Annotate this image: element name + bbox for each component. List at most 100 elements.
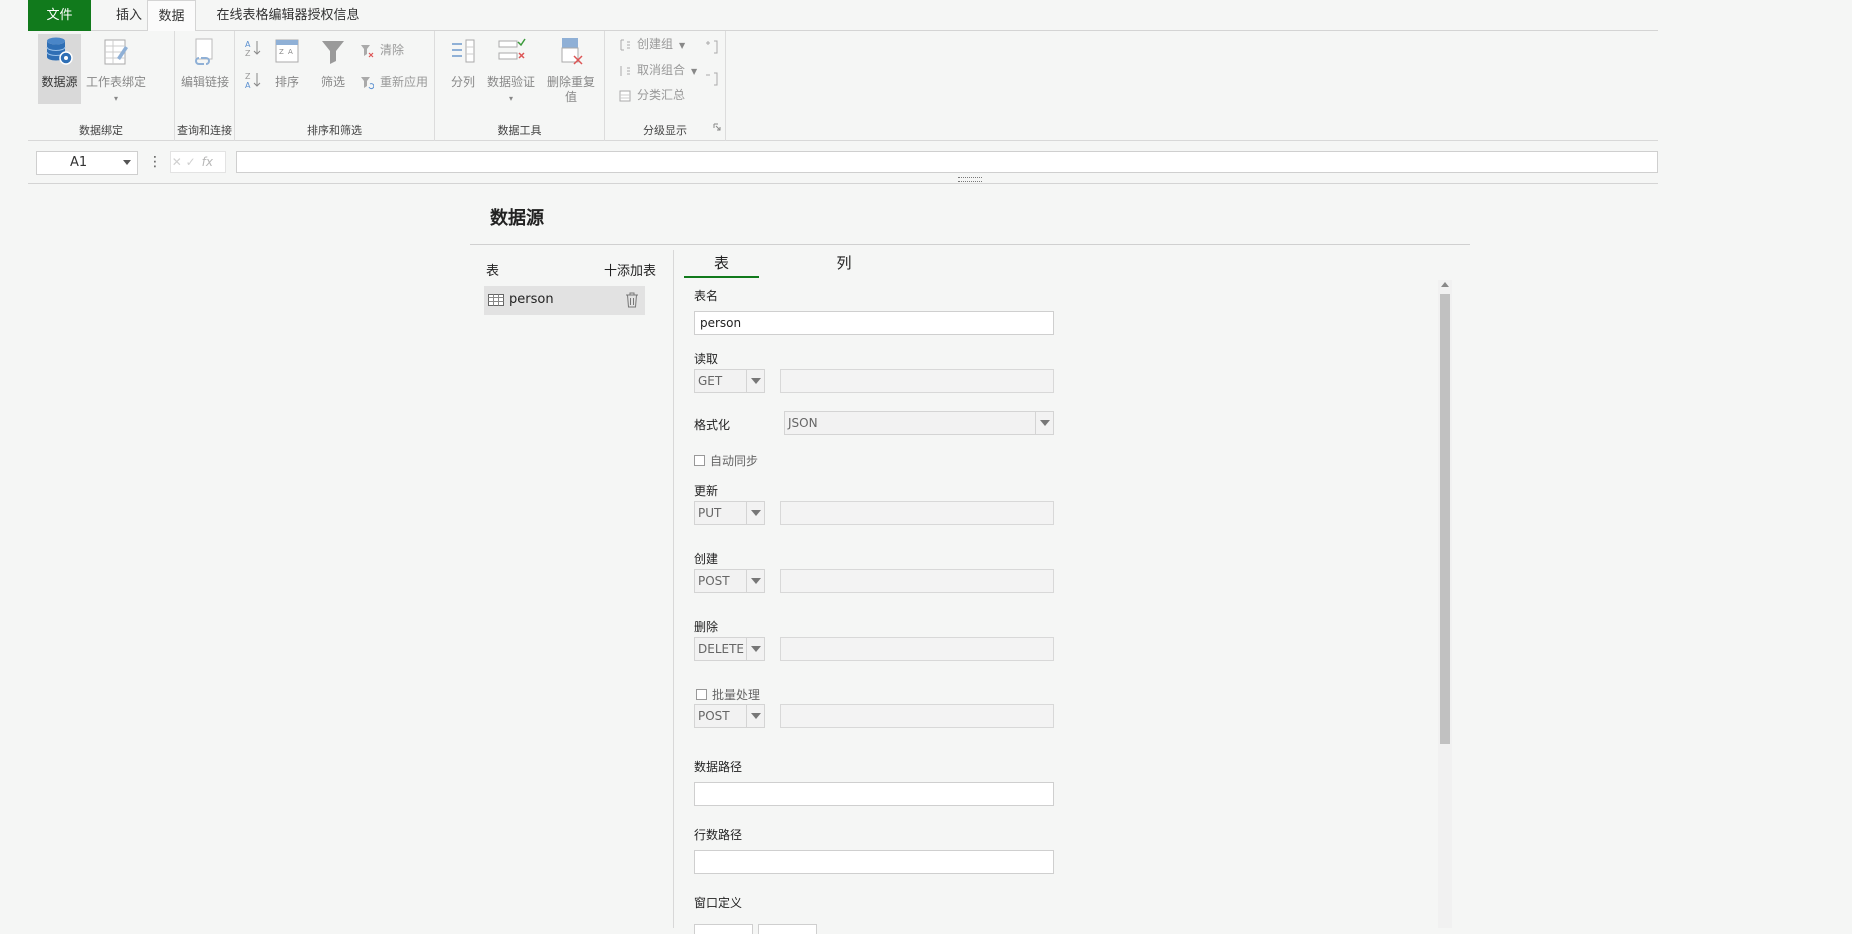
edit-links-icon	[195, 38, 213, 65]
data-validation-label: 数据验证	[487, 75, 536, 89]
chevron-down-icon	[1035, 412, 1053, 434]
sort-button[interactable]: ZA 排序	[269, 34, 305, 104]
tab-table[interactable]: 表	[684, 252, 759, 278]
remove-duplicates-button[interactable]: 删除重复值	[543, 34, 599, 112]
dialog-launcher-icon[interactable]	[713, 120, 721, 135]
text-to-columns-button[interactable]: 分列	[445, 34, 481, 104]
create-method-select[interactable]: POST	[694, 569, 765, 593]
batch-method-value: POST	[698, 709, 730, 723]
delete-url-input[interactable]	[780, 637, 1054, 661]
ribbon-tab-bar: 文件 插入 数据 在线表格编辑器授权信息	[28, 0, 1658, 32]
tab-data[interactable]: 数据	[147, 0, 196, 32]
chevron-down-icon	[746, 502, 764, 524]
window-def-field[interactable]	[694, 924, 753, 934]
filter-icon	[322, 41, 344, 64]
svg-text:Z: Z	[245, 49, 251, 57]
svg-text:Z: Z	[245, 72, 251, 81]
name-box[interactable]: A1	[36, 151, 138, 175]
reapply-filter-label: 重新应用	[380, 75, 429, 89]
filter-button[interactable]: 筛选	[315, 34, 351, 104]
form-scrollbar[interactable]	[1438, 280, 1452, 928]
read-method-select[interactable]: GET	[694, 369, 765, 393]
datasource-button[interactable]: 数据源	[38, 34, 81, 104]
data-validation-button[interactable]: 数据验证 ▾	[487, 34, 535, 104]
tab-license-info[interactable]: 在线表格编辑器授权信息	[208, 0, 368, 31]
delete-method-select[interactable]: DELETE	[694, 637, 765, 661]
reapply-filter-button[interactable]: 重新应用	[360, 73, 428, 90]
group-data-tools: 分列 数据验证 ▾ 删除重复值 数据工具	[435, 31, 605, 141]
fx-label: fx	[201, 155, 213, 169]
sort-descending-icon: ZA	[245, 72, 261, 90]
delete-method-value: DELETE	[698, 642, 745, 656]
group-data-binding-label: 数据绑定	[79, 124, 123, 137]
checkbox-icon	[694, 455, 705, 466]
row-count-path-input[interactable]	[694, 850, 1054, 874]
batch-label: 批量处理	[712, 688, 761, 702]
datasource-icon	[46, 37, 73, 65]
datasource-label: 数据源	[41, 75, 78, 89]
group-outline-label: 分级显示	[643, 124, 687, 137]
tab-file[interactable]: 文件	[28, 0, 91, 31]
svg-text:Z: Z	[279, 48, 284, 56]
tab-columns[interactable]: 列	[814, 252, 874, 278]
add-table-button[interactable]: 十添加表	[604, 260, 656, 279]
dialog-title: 数据源	[490, 208, 544, 229]
chevron-down-icon[interactable]	[123, 160, 131, 165]
group-icon	[620, 39, 630, 50]
data-path-input[interactable]	[694, 782, 1054, 806]
clear-filter-button[interactable]: 清除	[360, 41, 404, 58]
edit-links-button[interactable]: 编辑链接	[181, 34, 229, 104]
sort-descending-button[interactable]: ZA	[245, 71, 267, 90]
cancel-check-icons: ✕ ✓	[171, 155, 196, 169]
clear-filter-icon	[361, 44, 374, 57]
table-name-input[interactable]: person	[694, 311, 1054, 335]
read-url-input[interactable]	[780, 369, 1054, 393]
sheet-binding-button[interactable]: 工作表绑定 ▾	[86, 34, 146, 104]
text-to-columns-label: 分列	[450, 75, 475, 89]
format-select[interactable]: JSON	[784, 411, 1054, 435]
group-button[interactable]: 创建组 ▼	[619, 35, 685, 52]
fx-button[interactable]: ✕ ✓ fx	[170, 151, 226, 173]
window-def-field[interactable]	[758, 924, 817, 934]
group-sort-filter: AZ ZA ZA 排序 筛选 清除 重新应用 排序和筛选	[235, 31, 435, 141]
batch-method-select[interactable]: POST	[694, 704, 765, 728]
edit-links-label: 编辑链接	[181, 75, 230, 89]
sort-label: 排序	[274, 75, 299, 89]
show-detail-button[interactable]	[705, 39, 725, 55]
scroll-thumb[interactable]	[1440, 294, 1450, 744]
chevron-down-icon	[746, 570, 764, 592]
remove-duplicates-label: 删除重复值	[546, 75, 595, 104]
create-url-input[interactable]	[780, 569, 1054, 593]
text-to-columns-icon	[452, 39, 475, 63]
scroll-up-icon[interactable]	[1441, 282, 1449, 287]
hide-detail-icon	[706, 72, 718, 86]
hide-detail-button[interactable]	[705, 71, 725, 87]
splitter-grip-icon[interactable]	[958, 177, 982, 182]
trash-icon[interactable]	[625, 292, 639, 308]
sort-ascending-icon: AZ	[245, 40, 261, 58]
delete-label: 删除	[694, 620, 719, 634]
update-url-input[interactable]	[780, 501, 1054, 525]
batch-checkbox[interactable]: 批量处理	[696, 686, 760, 703]
batch-url-input[interactable]	[780, 704, 1054, 728]
group-data-binding: 数据源 工作表绑定 ▾ 数据绑定	[28, 31, 175, 141]
auto-sync-checkbox[interactable]: 自动同步	[694, 452, 758, 469]
row-count-path-label: 行数路径	[694, 828, 743, 842]
show-detail-icon	[706, 40, 718, 54]
update-method-value: PUT	[698, 506, 722, 520]
formula-input[interactable]	[236, 151, 1658, 173]
window-def-label: 窗口定义	[694, 896, 743, 910]
format-label: 格式化	[694, 418, 731, 432]
more-vertical-icon[interactable]: ⋮	[148, 151, 162, 175]
group-label: 创建组	[637, 37, 674, 51]
data-validation-icon	[498, 38, 526, 60]
tables-header: 表	[486, 264, 500, 279]
ungroup-button[interactable]: 取消组合 ▼	[619, 61, 697, 78]
chevron-down-icon	[746, 705, 764, 727]
table-name-label: 表名	[694, 289, 719, 303]
table-row[interactable]: person	[484, 286, 645, 315]
reapply-filter-icon	[361, 76, 375, 89]
subtotal-button[interactable]: 分类汇总	[619, 86, 685, 103]
sort-ascending-button[interactable]: AZ	[245, 39, 267, 58]
update-method-select[interactable]: PUT	[694, 501, 765, 525]
